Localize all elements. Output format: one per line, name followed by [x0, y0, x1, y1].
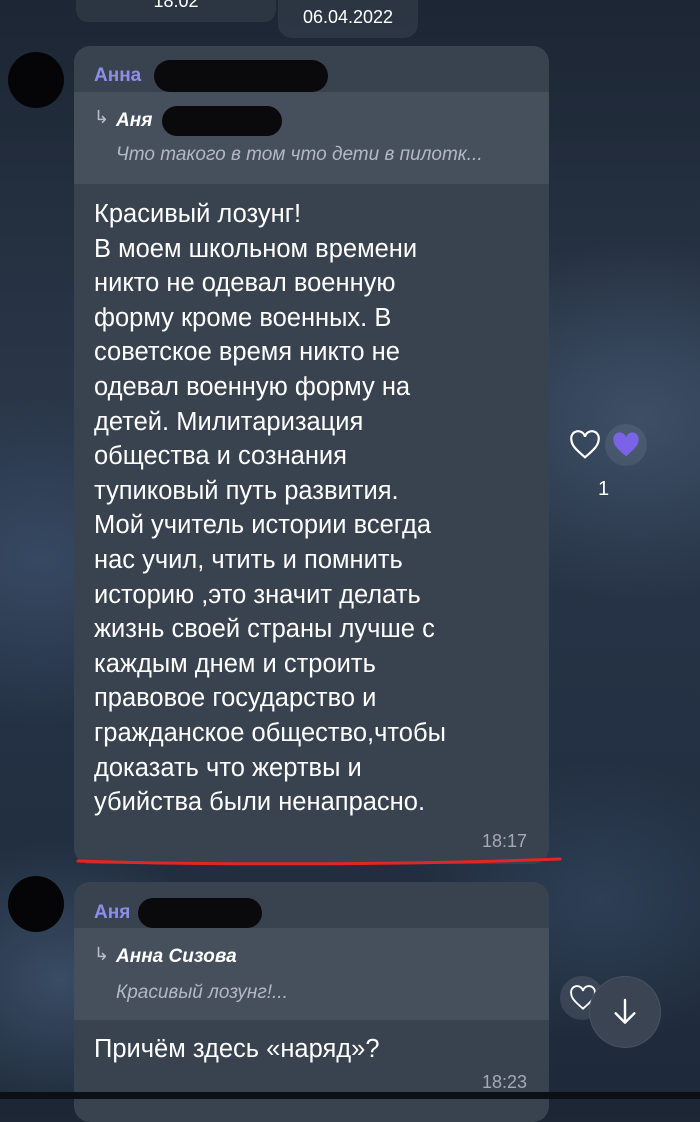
scroll-down-button[interactable] [589, 976, 661, 1048]
message-time: 18:17 [481, 831, 527, 851]
reply-snippet: Что такого в том что дети в пилотк... [116, 144, 483, 165]
reply-author: Анна Сизова [116, 946, 237, 967]
message-time: 18:23 [481, 1072, 527, 1092]
heart-outline-icon[interactable] [568, 430, 602, 460]
reaction-count: 1 [598, 478, 610, 500]
redacted-reply-surname [162, 106, 282, 136]
previous-message-time: 18:02 [76, 0, 276, 22]
reply-snippet: Красивый лозунг!... [116, 982, 288, 1003]
reply-arrow-icon: ↳ [94, 107, 110, 127]
message-text: Красивый лозунг! В моем школьном времени… [94, 200, 446, 817]
redacted-surname [154, 60, 328, 92]
reply-quote[interactable]: ↳ Аня Что такого в том что дети в пилотк… [74, 92, 549, 184]
heart-filled-icon [613, 432, 639, 457]
sender-name[interactable]: Аня [94, 902, 130, 924]
liked-reaction-button[interactable] [605, 424, 647, 466]
sender-name[interactable]: Анна [94, 65, 141, 87]
avatar[interactable] [8, 52, 64, 108]
reply-quote[interactable]: ↳ Анна Сизова Красивый лозунг!... [74, 928, 549, 1020]
reply-author: Аня [116, 110, 153, 131]
arrow-down-icon [614, 998, 636, 1024]
reply-arrow-icon: ↳ [94, 944, 110, 964]
red-underline-annotation [76, 857, 562, 866]
avatar[interactable] [8, 876, 64, 932]
date-badge: 06.04.2022 [278, 0, 418, 38]
message-bubble[interactable]: Аня ↳ Анна Сизова Красивый лозунг!... Пр… [74, 882, 549, 1122]
redacted-surname [138, 898, 262, 928]
message-text: Причём здесь «наряд»? [94, 1035, 380, 1063]
date-label: 06.04.2022 [302, 7, 394, 27]
bottom-edge [0, 1092, 700, 1099]
message-bubble[interactable]: Анна ↳ Аня Что такого в том что дети в п… [74, 46, 549, 864]
previous-time-label: 18:02 [153, 0, 199, 11]
